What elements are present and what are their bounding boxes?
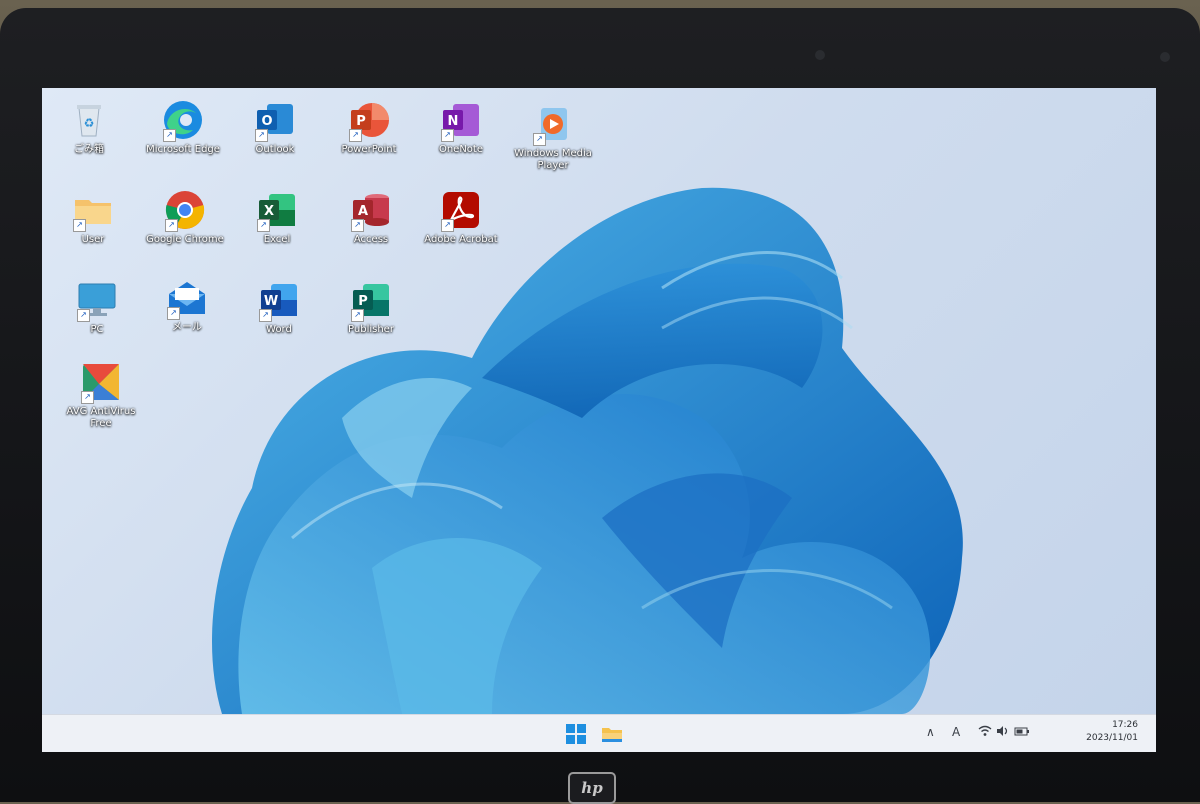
edge-icon: ↗ [161,98,205,142]
desktop-icon-label: Adobe Acrobat [424,234,498,245]
volume-icon[interactable] [996,725,1010,740]
system-clock[interactable]: 17:26 2023/11/01 [1086,719,1138,745]
svg-text:X: X [264,204,274,219]
desktop-icon-label: ごみ箱 [74,144,104,155]
media-player-icon: ↗ [531,102,575,146]
desktop-icon-label: Word [266,324,292,335]
desktop-icon-label: メール [172,322,202,333]
clock-time: 17:26 [1112,720,1138,730]
word-icon: W ↗ [257,278,301,322]
shortcut-arrow-icon: ↗ [259,309,272,322]
hp-logo: hp [568,772,616,804]
desktop-icon-label: Excel [263,234,291,245]
svg-text:P: P [356,114,366,129]
sensor-icon [1160,52,1170,62]
desktop-icon-label: Outlook [255,144,295,155]
desktop-icon-label: User [81,234,105,245]
desktop-icon-label: PC [90,324,104,335]
svg-text:O: O [261,114,272,129]
desktop-icon-label: OneNote [438,144,484,155]
desktop-icon-powerpoint[interactable]: P ↗ PowerPoint [324,98,414,156]
desktop-icon-label: Microsoft Edge [146,144,220,155]
onenote-icon: N ↗ [439,98,483,142]
start-button[interactable] [562,720,590,748]
tray-overflow-chevron[interactable]: ∧ [926,725,935,739]
shortcut-arrow-icon: ↗ [73,219,86,232]
shortcut-arrow-icon: ↗ [255,129,268,142]
desktop-icon-pc[interactable]: ↗ PC [52,278,142,336]
taskbar: ∧ A 17:26 2023/11/01 [42,714,1156,752]
shortcut-arrow-icon: ↗ [77,309,90,322]
desktop-icon-windows-media-player[interactable]: ↗ Windows Media Player [508,102,598,172]
shortcut-arrow-icon: ↗ [163,129,176,142]
desktop-icon-label: Publisher [348,324,394,335]
desktop-screen: ♻ ごみ箱 ↗ Microsoft Edge O ↗ Outlook P ↗ P… [42,88,1156,752]
desktop-icon-word[interactable]: W ↗ Word [234,278,324,336]
wallpaper-bloom [212,187,963,714]
desktop-icon-label: PowerPoint [341,144,397,155]
desktop-icon-label: AVG AntiVirus Free [66,406,136,429]
shortcut-arrow-icon: ↗ [257,219,270,232]
file-explorer-button[interactable] [598,720,626,748]
shortcut-arrow-icon: ↗ [533,133,546,146]
desktop-icon-excel[interactable]: X ↗ Excel [232,188,322,246]
shortcut-arrow-icon: ↗ [351,219,364,232]
desktop-icon-label: Access [353,234,389,245]
webcam-icon [815,50,825,60]
desktop-icon-user[interactable]: ↗ User [48,188,138,246]
wifi-icon[interactable] [978,725,992,740]
desktop-icon-mail[interactable]: ↗ メール [142,276,232,334]
shortcut-arrow-icon: ↗ [441,129,454,142]
desktop-icon-google-chrome[interactable]: ↗ Google Chrome [140,188,230,246]
desktop-icon-recycle-bin[interactable]: ♻ ごみ箱 [44,98,134,156]
avg-antivirus-icon: ↗ [79,360,123,404]
desktop-icon-publisher[interactable]: P ↗ Publisher [326,278,416,336]
shortcut-arrow-icon: ↗ [441,219,454,232]
folder-icon: ↗ [71,188,115,232]
chrome-icon: ↗ [163,188,207,232]
shortcut-arrow-icon: ↗ [165,219,178,232]
access-icon: A ↗ [349,188,393,232]
shortcut-arrow-icon: ↗ [81,391,94,404]
publisher-icon: P ↗ [349,278,393,322]
desktop-icon-label: Google Chrome [146,234,224,245]
desktop-icon-outlook[interactable]: O ↗ Outlook [230,98,320,156]
svg-text:A: A [358,204,368,219]
shortcut-arrow-icon: ↗ [349,129,362,142]
acrobat-icon: ↗ [439,188,483,232]
shortcut-arrow-icon: ↗ [351,309,364,322]
desktop-icon-avg-antivirus[interactable]: ↗ AVG AntiVirus Free [56,360,146,430]
file-explorer-icon [602,728,622,742]
windows-logo-icon [566,724,586,744]
svg-text:♻: ♻ [84,116,95,130]
battery-icon[interactable] [1014,725,1030,740]
svg-text:N: N [448,114,459,129]
desktop-icon-adobe-acrobat[interactable]: ↗ Adobe Acrobat [416,188,506,246]
monitor-icon: ↗ [75,278,119,322]
outlook-icon: O ↗ [253,98,297,142]
powerpoint-icon: P ↗ [347,98,391,142]
desktop-icon-label: Windows Media Player [514,148,592,171]
svg-text:P: P [358,294,368,309]
svg-text:W: W [264,294,278,309]
shortcut-arrow-icon: ↗ [167,307,180,320]
desktop-icon-microsoft-edge[interactable]: ↗ Microsoft Edge [138,98,228,156]
ime-indicator[interactable]: A [952,725,960,739]
desktop-icon-onenote[interactable]: N ↗ OneNote [416,98,506,156]
mail-icon: ↗ [165,276,209,320]
recycle-bin-icon: ♻ [67,98,111,142]
excel-icon: X ↗ [255,188,299,232]
desktop-icon-access[interactable]: A ↗ Access [326,188,416,246]
clock-date: 2023/11/01 [1086,733,1138,743]
